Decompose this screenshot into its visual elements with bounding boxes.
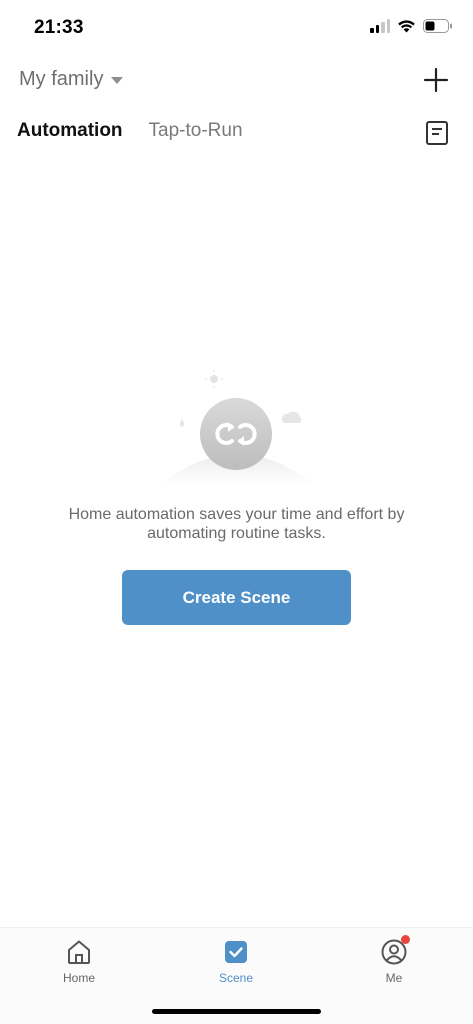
notification-badge: [401, 935, 410, 944]
empty-state-message: Home automation saves your time and effo…: [68, 506, 405, 542]
battery-icon: [423, 19, 452, 33]
profile-icon: [380, 935, 410, 966]
scene-tabs: Automation Tap-to-Run: [17, 120, 243, 142]
plus-icon[interactable]: [423, 67, 449, 93]
nav-item-scene[interactable]: Scene: [196, 938, 276, 985]
home-indicator: [152, 1009, 321, 1014]
status-icons: [370, 19, 453, 33]
status-time: 21:33: [34, 17, 84, 38]
status-bar: 21:33: [0, 0, 473, 54]
nav-label-scene: Scene: [218, 971, 254, 985]
nav-item-home[interactable]: Home: [39, 938, 119, 985]
nav-label-home: Home: [62, 971, 95, 985]
nav-item-me[interactable]: Me: [354, 935, 434, 985]
tab-tap-to-run[interactable]: Tap-to-Run: [149, 120, 243, 142]
nav-label-me: Me: [385, 971, 403, 985]
caret-down-icon: [111, 77, 124, 84]
wifi-icon: [398, 20, 415, 33]
log-icon[interactable]: [425, 120, 449, 146]
automation-loop-icon: [160, 370, 314, 485]
home-icon: [68, 940, 90, 964]
create-scene-button[interactable]: Create Scene: [122, 570, 351, 625]
tab-automation[interactable]: Automation: [17, 120, 123, 142]
cellular-signal-icon: [370, 19, 390, 33]
family-selector[interactable]: My family: [19, 68, 124, 91]
scene-check-icon: [225, 941, 247, 963]
family-name: My family: [19, 68, 104, 90]
